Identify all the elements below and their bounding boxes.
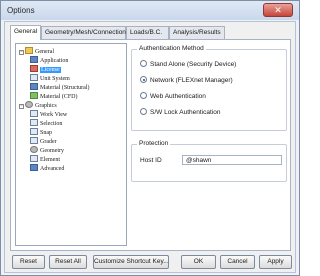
folder-icon xyxy=(25,47,33,54)
material-structural-icon xyxy=(30,83,38,90)
tab-label: Loads/B.C. xyxy=(130,29,163,36)
radio-label: Network (FLEXnet Manager) xyxy=(150,77,233,84)
radio-label: Stand Alone (Security Device) xyxy=(150,61,237,68)
tab-label: Analysis/Results xyxy=(173,29,221,36)
close-button[interactable]: ✕ xyxy=(263,3,293,17)
tab-loads-bc[interactable]: Loads/B.C. xyxy=(126,26,169,39)
ok-button[interactable]: OK xyxy=(181,255,216,269)
radio-stand-alone[interactable]: Stand Alone (Security Device) xyxy=(140,60,236,69)
group-title: Authentication Method xyxy=(137,45,206,52)
tree-node-work-view[interactable]: Work View xyxy=(30,110,67,119)
customize-shortcut-key-button[interactable]: Customize Shortcut Key... xyxy=(93,255,169,269)
work-view-icon xyxy=(30,110,38,117)
radio-button-checked[interactable] xyxy=(140,76,147,83)
selection-icon xyxy=(30,119,38,126)
snap-icon xyxy=(30,128,38,135)
collapse-icon[interactable]: − xyxy=(19,104,24,109)
tree-node-snap[interactable]: Snap xyxy=(30,128,52,137)
application-icon xyxy=(30,56,38,63)
protection-group: Protection Host ID @shawn xyxy=(131,140,287,182)
element-icon xyxy=(30,155,38,162)
tree-node-material-structural[interactable]: Material (Structural) xyxy=(30,83,89,92)
apply-button[interactable]: Apply xyxy=(259,255,292,269)
authentication-method-group: Authentication Method Stand Alone (Secur… xyxy=(131,45,287,131)
tab-label: General xyxy=(14,28,38,35)
dialog-body: General Geometry/Mesh/Connections Loads/… xyxy=(4,21,296,273)
cancel-button[interactable]: Cancel xyxy=(220,255,255,269)
advanced-icon xyxy=(30,164,38,171)
radio-network[interactable]: Network (FLEXnet Manager) xyxy=(140,76,233,85)
radio-button[interactable] xyxy=(140,108,147,115)
tree-node-geometry[interactable]: Geometry xyxy=(30,146,64,155)
radio-label: S/W Lock Authentication xyxy=(150,109,221,116)
tree-node-graphics[interactable]: − Graphics xyxy=(19,101,57,110)
host-id-label: Host ID xyxy=(140,157,162,164)
tab-general[interactable]: General xyxy=(10,25,41,40)
radio-button[interactable] xyxy=(140,60,147,67)
tree-node-grader[interactable]: Grader xyxy=(30,137,57,146)
tree-node-general[interactable]: − General xyxy=(19,47,54,56)
geometry-icon xyxy=(30,146,38,153)
tab-label: Geometry/Mesh/Connections xyxy=(45,29,130,36)
tab-analysis-results[interactable]: Analysis/Results xyxy=(169,26,225,39)
unit-system-icon xyxy=(30,74,38,81)
reset-all-button[interactable]: Reset All xyxy=(49,255,87,269)
grader-icon xyxy=(30,137,38,144)
tree-node-element[interactable]: Element xyxy=(30,155,60,164)
radio-web-authentication[interactable]: Web Authentication xyxy=(140,92,206,101)
license-icon xyxy=(30,65,38,72)
tree-node-selection[interactable]: Selection xyxy=(30,119,62,128)
dialog-title: Options xyxy=(7,6,35,15)
radio-button[interactable] xyxy=(140,92,147,99)
radio-sw-lock[interactable]: S/W Lock Authentication xyxy=(140,108,220,117)
host-id-field[interactable]: @shawn xyxy=(182,155,282,165)
tree-node-advanced[interactable]: Advanced xyxy=(30,164,64,173)
tab-geometry-mesh-connections[interactable]: Geometry/Mesh/Connections xyxy=(41,26,130,39)
group-title: Protection xyxy=(137,140,171,147)
options-dialog: Options ✕ General Geometry/Mesh/Connecti… xyxy=(0,0,300,276)
general-tab-panel: − General Application License Unit System… xyxy=(10,39,291,251)
tree-node-license[interactable]: License xyxy=(30,65,61,74)
title-bar[interactable]: Options ✕ xyxy=(1,1,299,20)
tree-node-material-cfd[interactable]: Material (CFD) xyxy=(30,92,78,101)
tree-node-application[interactable]: Application xyxy=(30,56,68,65)
reset-button[interactable]: Reset xyxy=(12,255,45,269)
tree-node-unit-system[interactable]: Unit System xyxy=(30,74,70,83)
options-tree[interactable]: − General Application License Unit System… xyxy=(15,43,127,246)
collapse-icon[interactable]: − xyxy=(19,50,24,55)
close-icon: ✕ xyxy=(274,5,282,15)
material-cfd-icon xyxy=(30,92,38,99)
graphics-icon xyxy=(25,101,33,108)
radio-label: Web Authentication xyxy=(150,93,206,100)
